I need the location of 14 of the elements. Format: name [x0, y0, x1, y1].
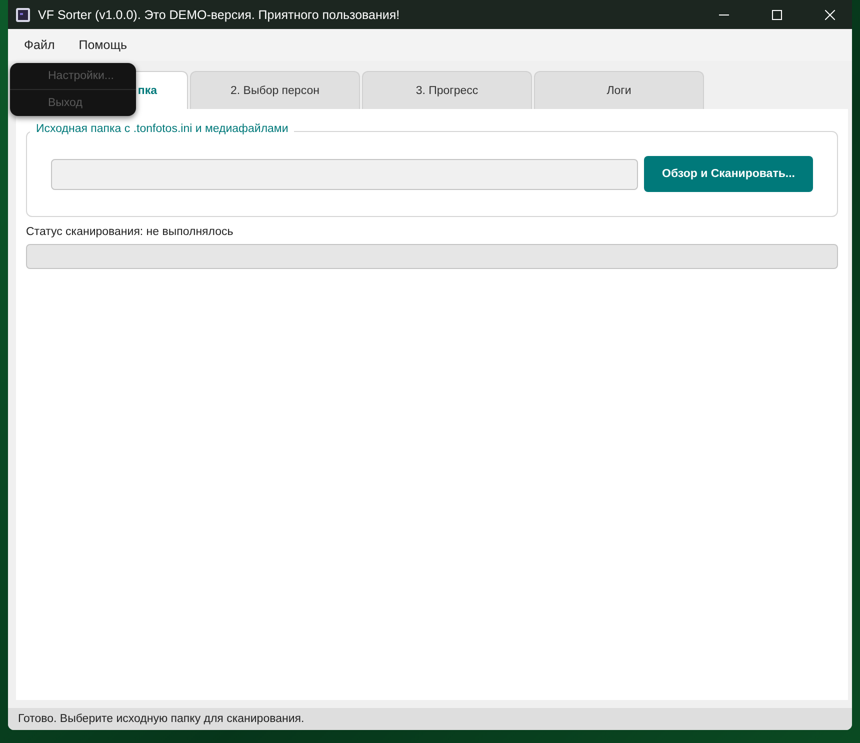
- app-icon: [16, 8, 30, 22]
- status-bar-text: Готово. Выберите исходную папку для сканирования.: [8, 708, 852, 730]
- scan-status-label: Статус сканирования: не выполнялось: [26, 226, 234, 238]
- close-icon: [824, 10, 834, 20]
- group-title: Исходная папка с .tonfotos.ini и медиафайлами: [30, 123, 294, 135]
- tab[interactable]: Логи: [534, 71, 704, 109]
- tab[interactable]: 2. Выбор персон: [190, 71, 360, 109]
- tab[interactable]: 3. Прогресс: [362, 71, 532, 109]
- menu-item[interactable]: Файл: [12, 34, 67, 56]
- maximize-icon: [772, 10, 782, 20]
- browse-scan-button[interactable]: Обзор и Сканировать...: [644, 156, 813, 192]
- menu-item[interactable]: Помощь: [66, 34, 140, 56]
- window-title: VF Sorter (v1.0.0). Это DEMO-версия. Приятного пользования!: [38, 8, 401, 22]
- folder-path-field[interactable]: [51, 158, 638, 190]
